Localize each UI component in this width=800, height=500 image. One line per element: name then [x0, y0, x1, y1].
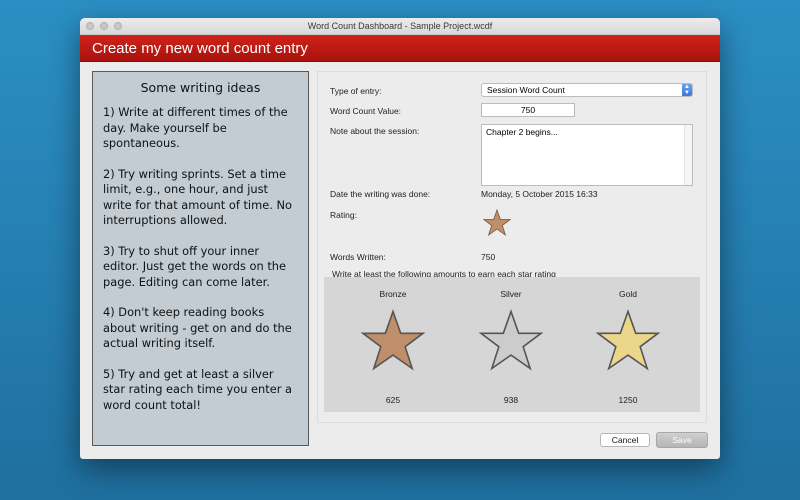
- dialog-window: Word Count Dashboard - Sample Project.wc…: [80, 18, 720, 459]
- idea-item: 4) Don't keep reading books about writin…: [103, 305, 292, 350]
- note-scrollbar[interactable]: [684, 125, 692, 185]
- save-button[interactable]: Save: [656, 432, 708, 448]
- bronze-star-icon: [361, 309, 425, 371]
- date-value: Monday, 5 October 2015 16:33: [481, 189, 598, 199]
- session-note-text: Chapter 2 begins...: [486, 127, 558, 137]
- star-name: Gold: [619, 289, 637, 299]
- star-name: Bronze: [379, 289, 407, 299]
- zoom-window-button[interactable]: [114, 22, 122, 30]
- star-threshold: 1250: [618, 395, 638, 405]
- note-label: Note about the session:: [330, 126, 420, 136]
- entry-type-value: Session Word Count: [487, 85, 565, 95]
- window-title: Word Count Dashboard - Sample Project.wc…: [307, 21, 493, 31]
- close-window-button[interactable]: [86, 22, 94, 30]
- date-label: Date the writing was done:: [330, 189, 431, 199]
- bronze-target: Bronze 625: [343, 277, 443, 405]
- dialog-header: Create my new word count entry: [80, 35, 720, 62]
- words-value: 750: [481, 252, 496, 262]
- idea-item: 2) Try writing sprints. Set a time limit…: [103, 166, 292, 228]
- gold-star-icon: [596, 309, 660, 371]
- words-label: Words Written:: [330, 252, 386, 262]
- count-label: Word Count Value:: [330, 106, 402, 116]
- star-threshold: 625: [385, 395, 401, 405]
- rating-label: Rating:: [330, 210, 357, 220]
- select-arrows-icon: ▲ ▼: [682, 84, 692, 96]
- window-controls: [86, 22, 122, 30]
- idea-item: 1) Write at different times of the day. …: [103, 105, 288, 150]
- idea-item: 3) Try to shut off your inner editor. Ju…: [103, 243, 287, 289]
- idea-item: 5) Try and get at least a silver star ra…: [103, 366, 293, 412]
- silver-star-icon: [479, 309, 543, 371]
- cancel-button[interactable]: Cancel: [600, 433, 650, 447]
- entry-type-select[interactable]: Session Word Count ▲ ▼: [481, 83, 693, 97]
- star-name: Silver: [500, 289, 522, 299]
- session-note-textarea[interactable]: Chapter 2 begins...: [481, 124, 693, 186]
- writing-ideas-panel: Some writing ideas 1) Write at different…: [92, 71, 309, 446]
- star-threshold: 938: [503, 395, 519, 405]
- ideas-heading: Some writing ideas: [140, 80, 261, 95]
- gold-target: Gold 1250: [578, 277, 678, 405]
- silver-target: Silver 938: [461, 277, 561, 405]
- word-count-input[interactable]: 750: [481, 103, 575, 117]
- title-bar: Word Count Dashboard - Sample Project.wc…: [80, 18, 720, 35]
- type-label: Type of entry:: [330, 86, 382, 96]
- entry-form: Type of entry: Session Word Count ▲ ▼ Wor…: [317, 71, 707, 423]
- minimize-window-button[interactable]: [100, 22, 108, 30]
- star-targets-box: Bronze 625 Silver 938 Gold 1250: [324, 277, 700, 412]
- current-rating-star-icon: [483, 209, 511, 236]
